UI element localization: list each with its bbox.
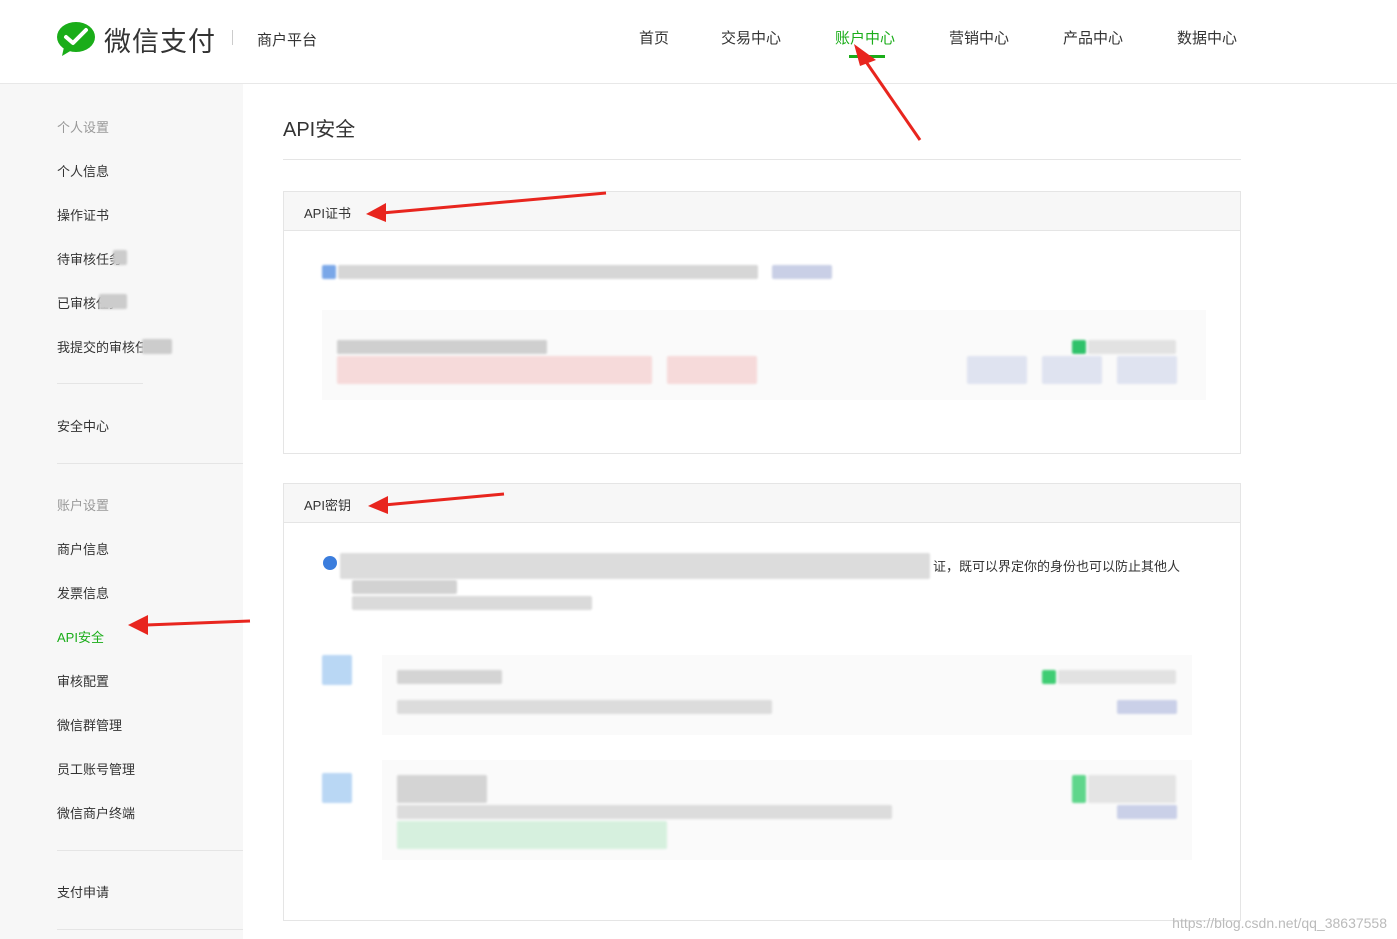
blurred-text	[397, 775, 487, 803]
blurred-mask	[113, 250, 127, 265]
page-title: API安全	[283, 119, 356, 141]
api-cert-panel-header: API证书	[284, 192, 1240, 231]
api-key-description: 证，既可以界定你的身份也可以防止其他人	[933, 559, 1181, 574]
sidebar-item-merchant-terminal[interactable]: 微信商户终端	[57, 803, 135, 822]
sidebar-divider	[57, 383, 143, 384]
blurred-status	[1088, 340, 1176, 354]
nav-marketing-center[interactable]: 营销中心	[949, 27, 1009, 48]
platform-label: 商户平台	[257, 32, 318, 49]
blurred-icon	[322, 265, 336, 279]
sidebar-item-my-submitted[interactable]: 我提交的审核任务	[57, 337, 143, 356]
blurred-status-icon	[1072, 775, 1086, 803]
blurred-step-icon	[322, 773, 352, 803]
blurred-button[interactable]	[1042, 356, 1102, 384]
logo-separator	[232, 30, 233, 45]
nav-data-center[interactable]: 数据中心	[1177, 27, 1237, 48]
nav-account-center[interactable]: 账户中心	[835, 27, 895, 48]
blurred-text	[352, 580, 457, 594]
title-divider	[283, 159, 1241, 160]
cert-card	[322, 310, 1206, 400]
sidebar-item-invoice-info[interactable]: 发票信息	[57, 583, 109, 602]
blurred-tip	[397, 821, 667, 849]
blurred-link	[772, 265, 832, 279]
api-key-panel-title: API密钥	[304, 498, 351, 513]
blurred-status-icon	[1072, 340, 1086, 354]
nav-trade-center[interactable]: 交易中心	[721, 27, 781, 48]
blurred-status-icon	[1042, 670, 1056, 684]
blurred-description	[340, 553, 930, 579]
sidebar-divider	[57, 850, 243, 851]
blurred-warning	[667, 356, 757, 384]
sidebar-item-operation-cert[interactable]: 操作证书	[57, 205, 109, 224]
nav-product-center[interactable]: 产品中心	[1063, 27, 1123, 48]
info-icon	[323, 556, 337, 570]
blurred-text	[397, 670, 502, 684]
sidebar-item-security-center[interactable]: 安全中心	[57, 416, 109, 435]
blurred-link[interactable]	[1117, 700, 1177, 714]
logo-text: 微信支付	[104, 27, 216, 57]
blurred-status	[1058, 670, 1176, 684]
nav-home[interactable]: 首页	[639, 27, 669, 48]
blurred-text	[337, 340, 547, 354]
top-header: 微信支付 商户平台 首页 交易中心 账户中心 营销中心 产品中心 数据中心	[0, 0, 1397, 84]
blurred-link[interactable]	[1117, 805, 1177, 819]
sidebar-item-staff-accounts[interactable]: 员工账号管理	[57, 759, 135, 778]
blurred-status	[1088, 775, 1176, 803]
sidebar-item-pay-apply[interactable]: 支付申请	[57, 882, 109, 901]
wechat-pay-logo-icon	[57, 22, 95, 56]
blurred-mask	[142, 339, 172, 354]
sidebar-item-review-config[interactable]: 审核配置	[57, 671, 109, 690]
sidebar-divider	[57, 929, 243, 930]
sidebar-item-merchant-info[interactable]: 商户信息	[57, 539, 109, 558]
sidebar-group-personal: 个人设置	[57, 120, 110, 135]
blurred-mask	[99, 294, 127, 309]
watermark: https://blog.csdn.net/qq_38637558	[1172, 915, 1387, 931]
sidebar-divider	[57, 463, 243, 464]
sidebar-item-personal-info[interactable]: 个人信息	[57, 161, 109, 180]
api-key-panel-header: API密钥	[284, 484, 1240, 523]
sidebar-item-wechat-group[interactable]: 微信群管理	[57, 715, 122, 734]
api-cert-panel-title: API证书	[304, 206, 351, 221]
nav-active-underline	[849, 55, 885, 58]
blurred-step-icon	[322, 655, 352, 685]
blurred-text	[338, 265, 758, 279]
blurred-text	[397, 805, 892, 819]
sidebar-group-account: 账户设置	[57, 498, 110, 513]
sidebar-item-api-security[interactable]: API安全	[57, 627, 104, 646]
key-card	[382, 655, 1192, 735]
blurred-warning	[337, 356, 652, 384]
blurred-text	[352, 596, 592, 610]
blurred-button[interactable]	[1117, 356, 1177, 384]
blurred-button[interactable]	[967, 356, 1027, 384]
blurred-text	[397, 700, 772, 714]
